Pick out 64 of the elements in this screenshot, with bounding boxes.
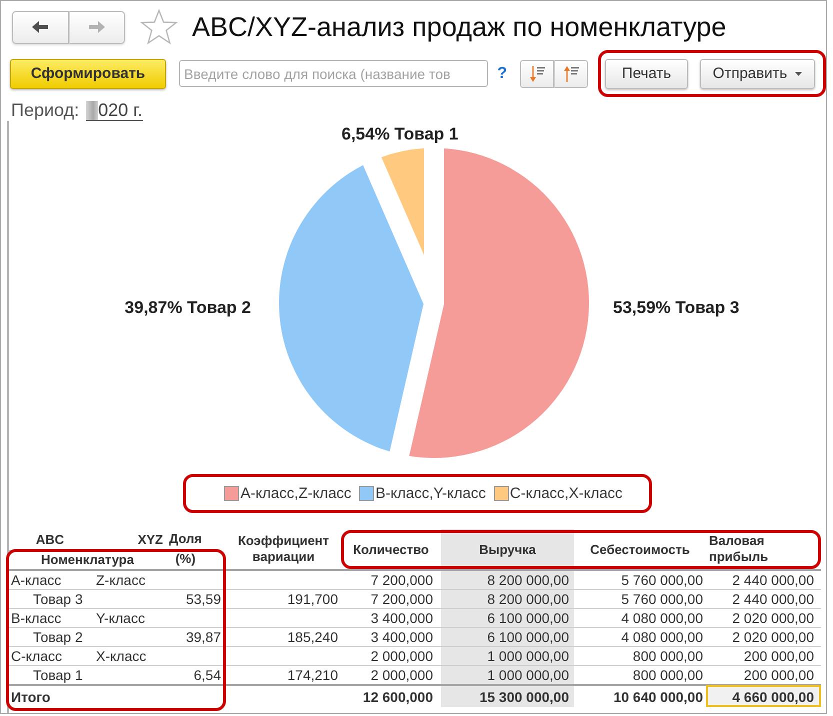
sort-button[interactable] xyxy=(520,60,554,88)
period-label: Период: xyxy=(11,100,80,121)
arrow-right-icon xyxy=(88,20,106,34)
arrow-left-icon xyxy=(31,20,50,34)
search-field[interactable]: Введите слово для поиска (название тов xyxy=(179,60,488,87)
help-link[interactable]: ? xyxy=(497,64,507,82)
table-cell: 174,210 xyxy=(226,666,341,685)
window-title: ABC/XYZ-анализ продаж по номенклатуре xyxy=(192,12,726,42)
caret-icon xyxy=(795,72,802,76)
table-cell: 8 200 000,00 xyxy=(441,590,574,608)
table-cell: 4 080 000,00 xyxy=(574,628,706,646)
table-cell: Y-класс xyxy=(91,608,166,628)
table-cell: В-класс xyxy=(9,608,91,628)
table-cell: 5 760 000,00 xyxy=(574,570,706,590)
legend-label: В-класс,Y-класс xyxy=(375,485,486,502)
table-cell: Z-класс xyxy=(91,570,166,590)
table-cell: 800 000,00 xyxy=(574,646,706,666)
dropdown-button[interactable]: Отправить xyxy=(700,58,815,88)
table-cell: Товар 2 xyxy=(9,628,91,646)
slice-label: 6,54% Товар 1 xyxy=(342,124,458,144)
table-cell: 5 760 000,00 xyxy=(574,590,706,608)
table-cell: 39,87 xyxy=(166,628,226,646)
table-cell: 6 100 000,00 xyxy=(441,608,574,628)
slice-label: 39,87% Товар 2 xyxy=(124,298,251,317)
table-cell: 2 440 000,00 xyxy=(706,570,821,590)
sort-down-icon xyxy=(528,64,546,82)
slice-label: 53,59% Товар 3 xyxy=(613,298,740,317)
table-cell: Товар 1 xyxy=(9,666,91,685)
table-cell: X-класс xyxy=(91,646,166,666)
sort-button[interactable] xyxy=(554,60,588,88)
table-cell: 4 660 000,00 xyxy=(706,685,821,707)
column-header: Себестоимость xyxy=(574,529,706,570)
column-header: Коэффициент вариации xyxy=(238,533,330,565)
table-cell: 6,54 xyxy=(166,666,226,685)
table-cell: Итого xyxy=(9,685,91,707)
table-cell: С-класс xyxy=(9,646,91,666)
table-cell: 6 100 000,00 xyxy=(441,628,574,646)
back-button[interactable] xyxy=(12,10,68,44)
table-cell: 2 020 000,00 xyxy=(706,628,821,646)
star-icon[interactable] xyxy=(140,9,178,45)
legend-label: А-класс,Z-класс xyxy=(240,485,352,502)
table-cell: 185,240 xyxy=(226,628,341,646)
table-cell: 1 000 000,00 xyxy=(441,666,574,685)
legend-label: С-класс,X-класс xyxy=(510,485,623,502)
generate-button[interactable]: Сформировать xyxy=(10,58,166,88)
sort-up-icon xyxy=(562,64,580,82)
column-header: Номенклатура xyxy=(9,550,166,570)
table-cell: 8 200 000,00 xyxy=(441,570,574,590)
table-cell: 15 300 000,00 xyxy=(441,685,574,707)
column-header: Доля (%) xyxy=(169,530,202,568)
action-button[interactable]: Печать xyxy=(605,58,688,88)
table-cell: 2 020 000,00 xyxy=(706,608,821,628)
table-cell: 200 000,00 xyxy=(706,646,821,666)
table-cell: А-класс xyxy=(9,570,91,590)
table-cell: 191,700 xyxy=(226,590,341,608)
column-header: Валовая прибыль xyxy=(709,533,768,565)
table-cell: Товар 3 xyxy=(9,590,91,608)
table-cell: 53,59 xyxy=(166,590,226,608)
table-cell: 2 440 000,00 xyxy=(706,590,821,608)
column-header: ABC xyxy=(9,529,91,550)
table-cell: 1 000 000,00 xyxy=(441,646,574,666)
period-link[interactable]: 020 г. xyxy=(86,100,143,120)
table-cell: 4 080 000,00 xyxy=(574,608,706,628)
column-header: XYZ xyxy=(91,529,166,550)
